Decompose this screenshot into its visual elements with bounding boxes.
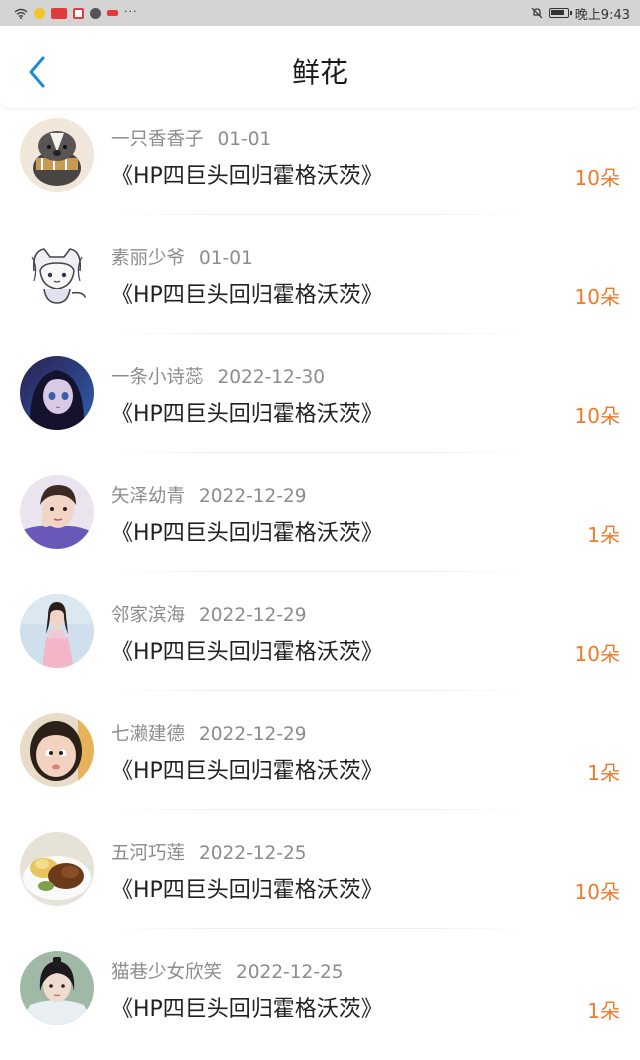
divider xyxy=(110,452,530,453)
wechat-icon xyxy=(90,7,101,19)
app-icon xyxy=(34,7,45,19)
list-item[interactable]: 七濑建德 2022-12-29 《HP四巨头回归霍格沃茨》 1朵 xyxy=(0,703,640,822)
wifi-icon xyxy=(14,8,28,19)
item-meta: 邻家滨海 2022-12-29 xyxy=(111,601,307,627)
status-left: ··· xyxy=(14,4,138,19)
item-meta: 猫巷少女欣笑 2022-12-25 xyxy=(111,958,344,984)
app-icon xyxy=(51,7,67,19)
book-title[interactable]: 《HP四巨头回归霍格沃茨》 xyxy=(111,872,383,904)
flower-count: 10朵 xyxy=(574,880,620,904)
book-title[interactable]: 《HP四巨头回归霍格沃茨》 xyxy=(111,277,383,309)
date: 2022-12-29 xyxy=(199,724,307,745)
username[interactable]: 素丽少爷 xyxy=(111,248,185,269)
list-item[interactable]: 猫巷少女欣笑 2022-12-25 《HP四巨头回归霍格沃茨》 1朵 xyxy=(0,941,640,1060)
avatar[interactable] xyxy=(20,118,94,192)
list-item[interactable]: 一条小诗蕊 2022-12-30 《HP四巨头回归霍格沃茨》 10朵 xyxy=(0,346,640,465)
item-meta: 一条小诗蕊 2022-12-30 xyxy=(111,363,325,389)
avatar[interactable] xyxy=(20,475,94,549)
nav-header: 鲜花 xyxy=(0,26,640,108)
item-meta: 一只香香子 01-01 xyxy=(111,125,271,151)
battery-icon xyxy=(548,8,572,18)
username[interactable]: 七濑建德 xyxy=(111,724,185,745)
avatar[interactable] xyxy=(20,237,94,311)
list-item[interactable]: 矢泽幼青 2022-12-29 《HP四巨头回归霍格沃茨》 1朵 xyxy=(0,465,640,584)
divider xyxy=(110,928,530,929)
divider xyxy=(110,333,530,334)
book-title[interactable]: 《HP四巨头回归霍格沃茨》 xyxy=(111,753,383,785)
item-meta: 素丽少爷 01-01 xyxy=(111,244,253,270)
flower-count: 10朵 xyxy=(574,642,620,666)
username[interactable]: 一条小诗蕊 xyxy=(111,367,204,388)
date: 2022-12-30 xyxy=(217,367,326,388)
page-title: 鲜花 xyxy=(291,56,348,89)
date: 01-01 xyxy=(199,248,253,269)
flower-count: 10朵 xyxy=(574,285,620,309)
username[interactable]: 五河巧莲 xyxy=(111,843,185,864)
divider xyxy=(110,214,530,215)
flower-list: 一只香香子 01-01 《HP四巨头回归霍格沃茨》 10朵 素丽少爷 01-01 xyxy=(0,108,640,1060)
flower-count: 1朵 xyxy=(587,523,620,547)
chevron-left-icon xyxy=(29,56,45,88)
date: 2022-12-25 xyxy=(236,962,344,983)
username[interactable]: 矢泽幼青 xyxy=(111,486,185,507)
book-title[interactable]: 《HP四巨头回归霍格沃茨》 xyxy=(111,158,383,190)
list-item[interactable]: 邻家滨海 2022-12-29 《HP四巨头回归霍格沃茨》 10朵 xyxy=(0,584,640,703)
avatar[interactable] xyxy=(20,713,94,787)
username[interactable]: 邻家滨海 xyxy=(111,605,185,626)
list-item[interactable]: 素丽少爷 01-01 《HP四巨头回归霍格沃茨》 10朵 xyxy=(0,227,640,346)
app-icon xyxy=(73,7,84,19)
list-item[interactable]: 一只香香子 01-01 《HP四巨头回归霍格沃茨》 10朵 xyxy=(0,108,640,227)
date: 2022-12-25 xyxy=(199,843,307,864)
mute-icon xyxy=(531,7,543,19)
divider xyxy=(110,571,530,572)
flower-count: 1朵 xyxy=(587,999,620,1023)
book-title[interactable]: 《HP四巨头回归霍格沃茨》 xyxy=(111,396,383,428)
book-title[interactable]: 《HP四巨头回归霍格沃茨》 xyxy=(111,515,383,547)
back-button[interactable] xyxy=(22,54,52,90)
app-icon xyxy=(107,10,118,16)
avatar[interactable] xyxy=(20,951,94,1025)
avatar[interactable] xyxy=(20,832,94,906)
status-time: 晚上9:43 xyxy=(574,7,630,23)
status-right: 晚上9:43 xyxy=(531,4,630,23)
date: 2022-12-29 xyxy=(199,605,307,626)
item-meta: 七濑建德 2022-12-29 xyxy=(111,720,307,746)
divider xyxy=(110,809,530,810)
more-icon: ··· xyxy=(124,4,138,18)
date: 2022-12-29 xyxy=(199,486,307,507)
item-meta: 五河巧莲 2022-12-25 xyxy=(111,839,307,865)
divider xyxy=(110,690,530,691)
flower-count: 10朵 xyxy=(574,166,620,190)
flower-count: 10朵 xyxy=(574,404,620,428)
book-title[interactable]: 《HP四巨头回归霍格沃茨》 xyxy=(111,991,383,1023)
book-title[interactable]: 《HP四巨头回归霍格沃茨》 xyxy=(111,634,383,666)
status-bar: ··· 晚上9:43 xyxy=(0,0,640,26)
avatar[interactable] xyxy=(20,594,94,668)
username[interactable]: 一只香香子 xyxy=(111,129,204,150)
avatar[interactable] xyxy=(20,356,94,430)
date: 01-01 xyxy=(217,129,272,150)
flower-count: 1朵 xyxy=(587,761,620,785)
item-meta: 矢泽幼青 2022-12-29 xyxy=(111,482,307,508)
username[interactable]: 猫巷少女欣笑 xyxy=(111,962,222,983)
list-item[interactable]: 五河巧莲 2022-12-25 《HP四巨头回归霍格沃茨》 10朵 xyxy=(0,822,640,941)
